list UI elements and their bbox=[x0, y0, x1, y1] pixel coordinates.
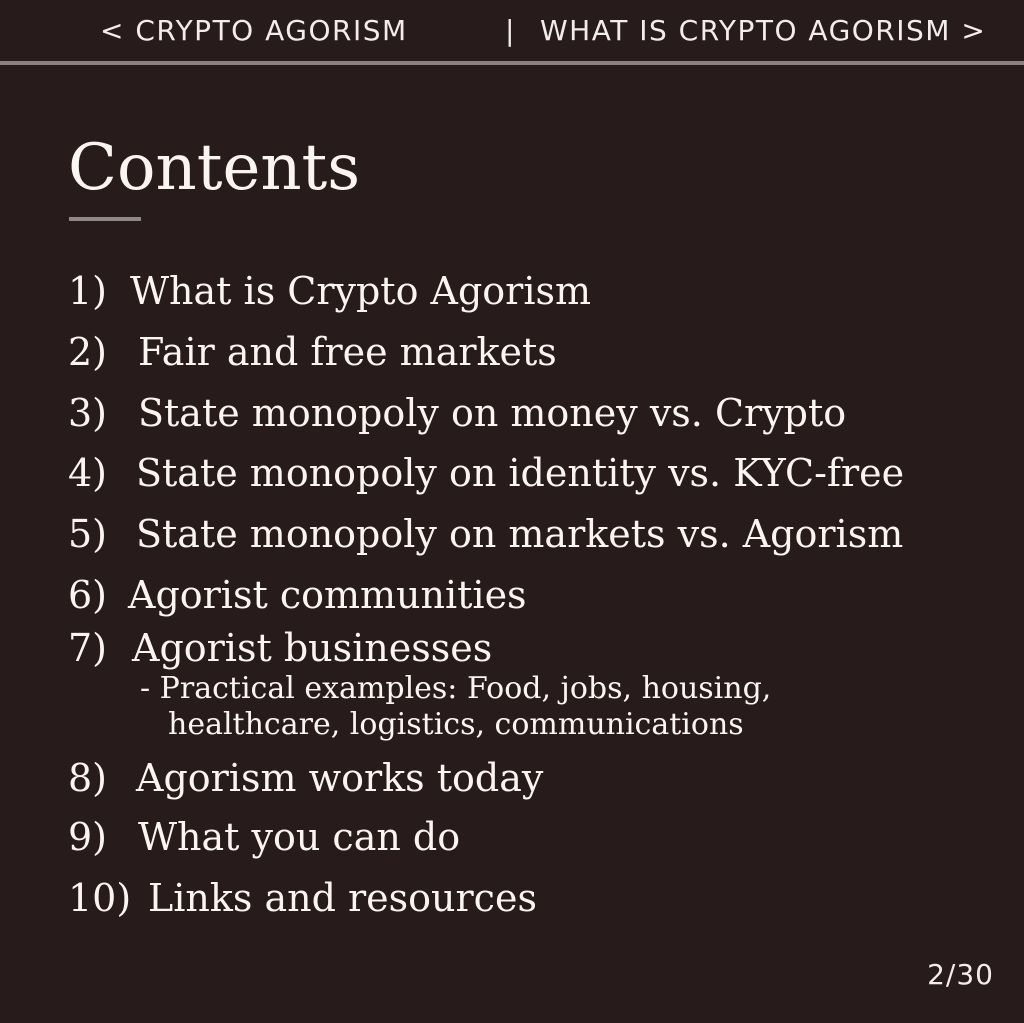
toc-item-number: 1) bbox=[68, 269, 108, 313]
prev-slide-link[interactable]: < CRYPTO AGORISM bbox=[100, 14, 408, 47]
toc-item-label: State monopoly on markets vs. Agorism bbox=[136, 512, 904, 556]
toc-item-9[interactable]: 9) What you can do bbox=[68, 814, 460, 860]
toc-item-number: 10) bbox=[68, 876, 132, 920]
toc-item-label: State monopoly on identity vs. KYC-free bbox=[136, 451, 905, 495]
toc-item-number: 2) bbox=[68, 330, 108, 374]
toc-item-number: 3) bbox=[68, 391, 108, 435]
toc-subitem-line-2: healthcare, logistics, communications bbox=[168, 707, 744, 742]
toc-item-number: 9) bbox=[68, 815, 108, 859]
toc-item-label: Agorist businesses bbox=[132, 626, 493, 670]
page-title: Contents bbox=[68, 131, 361, 205]
title-underline bbox=[69, 217, 141, 221]
toc-item-label: What you can do bbox=[138, 815, 461, 859]
header-divider bbox=[0, 61, 1024, 65]
toc-item-8[interactable]: 8) Agorism works today bbox=[68, 755, 543, 801]
toc-item-4[interactable]: 4) State monopoly on identity vs. KYC-fre… bbox=[68, 450, 904, 496]
toc-item-3[interactable]: 3) State monopoly on money vs. Crypto bbox=[68, 390, 846, 436]
nav-separator: | bbox=[505, 14, 516, 47]
toc-item-label: State monopoly on money vs. Crypto bbox=[138, 391, 847, 435]
toc-item-5[interactable]: 5) State monopoly on markets vs. Agorism bbox=[68, 511, 903, 557]
toc-subitem-line-1: - Practical examples: Food, jobs, housin… bbox=[140, 671, 772, 706]
toc-item-label: What is Crypto Agorism bbox=[130, 269, 592, 313]
toc-item-10[interactable]: 10) Links and resources bbox=[68, 875, 537, 921]
toc-item-number: 5) bbox=[68, 512, 108, 556]
toc-item-number: 7) bbox=[68, 626, 108, 670]
page-counter: 2/30 bbox=[927, 958, 994, 991]
toc-item-number: 4) bbox=[68, 451, 108, 495]
toc-item-6[interactable]: 6) Agorist communities bbox=[68, 572, 527, 618]
toc-item-number: 8) bbox=[68, 756, 108, 800]
toc-item-2[interactable]: 2) Fair and free markets bbox=[68, 329, 557, 375]
toc-item-label: Links and resources bbox=[148, 876, 537, 920]
next-slide-link[interactable]: WHAT IS CRYPTO AGORISM > bbox=[540, 14, 986, 47]
toc-item-number: 6) bbox=[68, 573, 108, 617]
toc-item-7[interactable]: 7) Agorist businesses bbox=[68, 625, 492, 671]
top-navigation: < CRYPTO AGORISM | WHAT IS CRYPTO AGORIS… bbox=[0, 14, 1024, 54]
toc-item-label: Agorism works today bbox=[136, 756, 544, 800]
toc-item-1[interactable]: 1) What is Crypto Agorism bbox=[68, 268, 591, 314]
toc-item-label: Fair and free markets bbox=[138, 330, 557, 374]
toc-item-label: Agorist communities bbox=[128, 573, 527, 617]
